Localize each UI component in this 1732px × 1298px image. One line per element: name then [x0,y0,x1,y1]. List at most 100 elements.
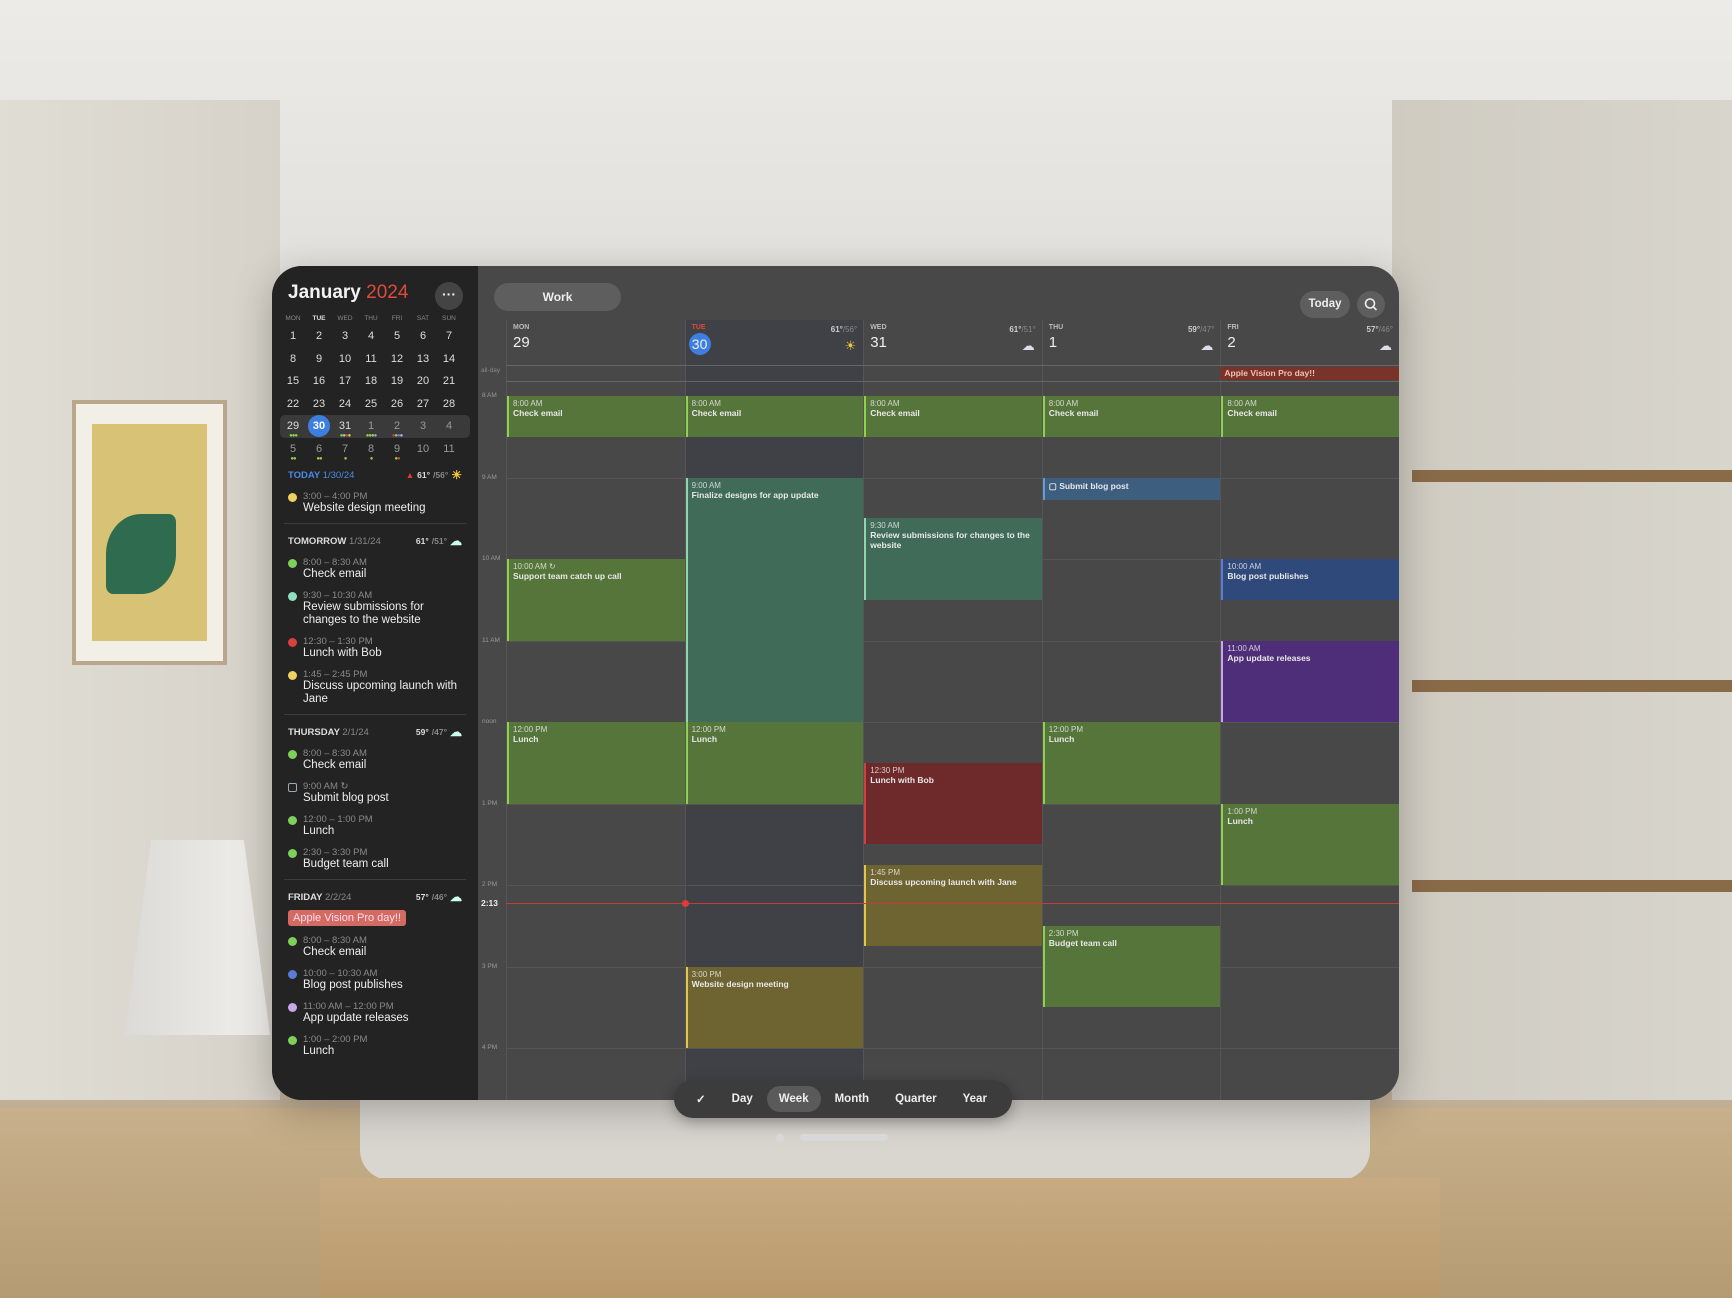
task-checkbox[interactable] [288,783,297,792]
mini-calendar-day[interactable]: 6 ●● [306,440,332,462]
agenda-item[interactable]: 9:30 – 10:30 AM Review submissions for ch… [280,585,470,631]
mini-calendar-day[interactable]: 14 [436,350,462,368]
agenda-item-text: 8:00 – 8:30 AM Check email [303,935,367,959]
calendar-event[interactable]: 12:30 PM Lunch with Bob [864,762,1042,845]
mini-calendar-day[interactable]: 7 ● [332,440,358,462]
day-date: 1/30/24 [322,469,355,481]
more-options-button[interactable]: ··· [435,282,463,310]
agenda-item[interactable]: 8:00 – 8:30 AM Check email [280,743,470,776]
mini-calendar-day[interactable]: 13 [410,350,436,368]
calendar-event[interactable]: 1:00 PM Lunch [1221,803,1399,885]
day-header[interactable]: TUE 30 61°/56° ☀ [684,320,864,365]
mini-calendar-day[interactable]: 29 ●●● [280,417,306,439]
mini-calendar-day[interactable]: 22 [280,395,306,413]
mini-calendar-day[interactable]: 12 [384,350,410,368]
all-day-event[interactable]: Apple Vision Pro day!! [1220,367,1399,380]
mini-calendar-day[interactable]: 6 [410,327,436,345]
agenda-item[interactable]: 12:30 – 1:30 PM Lunch with Bob [280,631,470,664]
calendar-event[interactable]: 8:00 AM Check email [1042,396,1221,437]
window-close-dot[interactable] [776,1134,784,1142]
view-month-button[interactable]: Month [823,1086,881,1112]
mini-calendar-day[interactable]: 17 [332,372,358,390]
calendar-event[interactable]: ▢ Submit blog post [1042,477,1221,500]
calendar-event[interactable]: 12:00 PM Lunch [685,722,864,804]
calendar-event[interactable]: 3:00 PM Website design meeting [685,966,864,1048]
day-header[interactable]: MON 29 [506,320,685,365]
agenda-item[interactable]: 10:00 – 10:30 AM Blog post publishes [280,963,470,996]
mini-calendar-day[interactable]: 9 ●● [384,440,410,462]
calendar-event[interactable]: 2:30 PM Budget team call [1042,925,1221,1008]
calendar-event[interactable]: 8:00 AM Check email [1221,396,1399,437]
mini-calendar-day[interactable]: 15 [280,372,306,390]
view-year-button[interactable]: Year [951,1086,999,1112]
agenda-item[interactable]: 8:00 – 8:30 AM Check email [280,552,470,585]
mini-calendar-day[interactable]: 16 [306,372,332,390]
mini-calendar-day[interactable]: 10 [410,440,436,458]
mini-calendar-day[interactable]: 8 [280,350,306,368]
mini-calendar-day[interactable]: 1 ●●●● [358,417,384,439]
mini-calendar-day[interactable]: 5 [384,327,410,345]
mini-calendar-day[interactable]: 3 [332,327,358,345]
agenda-item[interactable]: 11:00 AM – 12:00 PM App update releases [280,996,470,1029]
day-header[interactable]: WED 31 61°/51° ☁ [863,320,1042,365]
agenda-item[interactable]: 9:00 AM ↻ Submit blog post [280,776,470,809]
temp-low: /47° [431,727,447,737]
calendar-event[interactable]: 11:00 AM App update releases [1221,640,1399,722]
mini-calendar-day[interactable]: 11 [436,440,462,458]
day-header[interactable]: THU 1 59°/47° ☁ [1042,320,1221,365]
mini-calendar-day[interactable]: 23 [306,395,332,413]
calendar-event[interactable]: 10:00 AM Blog post publishes [1221,559,1399,600]
mini-calendar-day[interactable]: 21 [436,372,462,390]
calendar-event[interactable]: 8:00 AM Check email [685,396,864,437]
agenda-item[interactable]: 3:00 – 4:00 PM Website design meeting [280,486,470,519]
weather: ▲ 61°/56° ☀ [406,468,462,482]
calendar-event[interactable]: 9:00 AM Finalize designs for app update [685,477,864,722]
calendar-event[interactable]: 8:00 AM Check email [864,396,1042,437]
event-title: Blog post publishes [303,979,403,991]
mini-calendar-day[interactable]: 18 [358,372,384,390]
view-quarter-button[interactable]: Quarter [883,1086,949,1112]
mini-calendar-day[interactable]: 4 [436,417,462,435]
calendar-event[interactable]: 12:00 PM Lunch [1042,722,1221,804]
calendar-event[interactable]: 1:45 PM Discuss upcoming launch with Jane [864,864,1042,947]
mini-calendar-day[interactable]: 2 [306,327,332,345]
all-day-banner[interactable]: Apple Vision Pro day!! [288,910,407,926]
agenda-item[interactable]: 2:30 – 3:30 PM Budget team call [280,842,470,875]
event-time: 3:00 – 4:00 PM [303,491,368,502]
mini-calendar-day[interactable]: 25 [358,395,384,413]
agenda-item[interactable]: 1:45 – 2:45 PM Discuss upcoming launch wi… [280,664,470,710]
mini-calendar-day[interactable]: 4 [358,327,384,345]
calendar-event[interactable]: 9:30 AM Review submissions for changes to… [864,518,1042,600]
mini-calendar-day[interactable]: 24 [332,395,358,413]
day-header[interactable]: FRI 2 57°/46° ☁ [1220,320,1399,365]
mini-calendar-day[interactable]: 28 [436,395,462,413]
mini-calendar-day[interactable]: 3 [410,417,436,435]
mini-calendar-day[interactable]: 26 [384,395,410,413]
view-week-button[interactable]: Week [766,1086,821,1112]
mini-calendar-day[interactable]: 19 [384,372,410,390]
agenda-item[interactable]: 1:00 – 2:00 PM Lunch [280,1029,470,1062]
calendar-event[interactable]: 12:00 PM Lunch [507,722,685,804]
mini-calendar-day[interactable]: 31 ●●●● [332,417,358,439]
event-title: Check email [691,408,742,418]
window-grabber[interactable] [800,1134,888,1141]
agenda-item[interactable]: 12:00 – 1:00 PM Lunch [280,809,470,842]
mini-calendar-week: 1 2 3 4 5 6 7 [280,325,470,348]
mini-calendar-day[interactable]: 8 ● [358,440,384,462]
mini-calendar-day[interactable]: 5 ●● [280,440,306,462]
calendar-event[interactable]: 8:00 AM Check email [507,396,685,437]
mini-calendar-day[interactable]: 20 [410,372,436,390]
mini-calendar-day[interactable]: 11 [358,350,384,368]
event-title: Check email [513,408,563,418]
mini-calendar-day[interactable]: 10 [332,350,358,368]
mini-calendar-day[interactable]: 30 [308,415,330,438]
agenda-item[interactable]: 8:00 – 8:30 AM Check email [280,930,470,963]
mini-calendar-day[interactable]: 9 [306,350,332,368]
mini-calendar-day[interactable]: 1 [280,327,306,345]
checkmark-icon[interactable]: ✓ [684,1085,718,1113]
mini-calendar-day[interactable]: 7 [436,327,462,345]
mini-calendar-day[interactable]: 27 [410,395,436,413]
view-day-button[interactable]: Day [720,1086,765,1112]
calendar-event[interactable]: 10:00 AM ↻ Support team catch up call [507,559,685,641]
mini-calendar-day[interactable]: 2 ●●●● [384,417,410,439]
